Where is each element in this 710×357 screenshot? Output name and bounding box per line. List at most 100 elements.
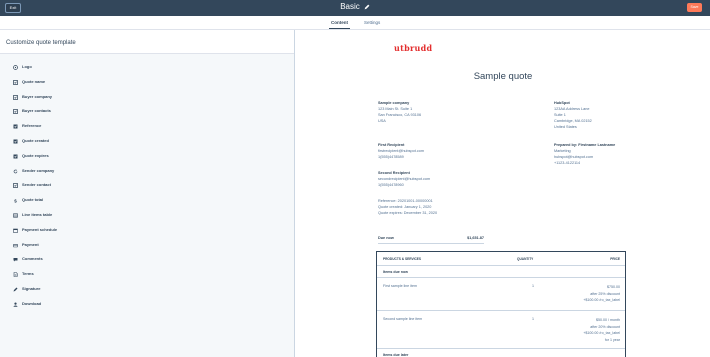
- price-discount: after 20% discount: [590, 324, 620, 329]
- company-logo[interactable]: utbrudd: [394, 43, 432, 53]
- price-term: for 1 year: [604, 337, 620, 342]
- quote-preview: utbrudd Sample quote Sample company 123 …: [296, 30, 710, 357]
- checkbox-icon: [13, 154, 18, 159]
- quote-title[interactable]: Sample quote: [296, 71, 710, 82]
- checkbox-icon: [13, 94, 18, 100]
- checkbox-icon: [13, 109, 18, 115]
- tab-bar: Content Settings: [0, 16, 710, 30]
- line-item-qty: 1: [532, 317, 534, 321]
- top-bar: Exit Basic Save: [0, 0, 710, 16]
- line-item-price: $50.00 / month after 20% discount +$100.…: [583, 317, 620, 343]
- svg-text:$: $: [14, 198, 17, 203]
- checkbox-icon: [13, 79, 18, 85]
- sidebar-item-label: Payment: [22, 241, 39, 247]
- sidebar-item-label: Signature: [22, 285, 41, 291]
- dollar-icon: $: [14, 198, 17, 203]
- second-recipient-block[interactable]: Second Recipient secondrecipient@hubspot…: [378, 170, 430, 188]
- table-row: Second sample line item 1 $50.00 / month…: [377, 311, 625, 349]
- due-now-row[interactable]: Due now $1,651.87: [378, 236, 484, 244]
- first-recipient-phone: 1(555)4478589: [378, 155, 404, 160]
- person-icon: [13, 302, 18, 307]
- sidebar-item-label: Buyer contacts: [22, 108, 51, 114]
- table-header: PRODUCTS & SERVICES QUANTITY PRICE: [377, 252, 625, 266]
- section-items-due-now: Items due now: [377, 266, 625, 278]
- pencil-icon[interactable]: [364, 4, 370, 10]
- buyer-company-block[interactable]: Sample company 123 Main St. Suite 1 San …: [378, 100, 421, 124]
- template-name: Basic: [340, 2, 360, 11]
- line-item-price: $750.00 after 25% discount +$100.00 /ro_…: [583, 284, 620, 304]
- line-items-table[interactable]: PRODUCTS & SERVICES QUANTITY PRICE Items…: [376, 251, 626, 357]
- sender-company-block[interactable]: HubSpot 123AA Address Lane Suite 1 Cambr…: [554, 100, 592, 130]
- refresh-icon: [13, 169, 18, 173]
- line-item-qty: 1: [532, 284, 534, 288]
- sidebar-item-quote-total[interactable]: $ Quote total: [0, 193, 294, 208]
- sidebar-item-buyer-contacts[interactable]: Buyer contacts: [0, 104, 294, 119]
- sidebar-item-label: Sender company: [22, 167, 55, 173]
- save-button[interactable]: Save: [687, 3, 702, 12]
- checkbox-icon: [13, 139, 18, 144]
- sidebar-item-download[interactable]: Download: [0, 297, 294, 312]
- quote-meta-block[interactable]: Reference: 20201001-00000001 Quote creat…: [378, 198, 437, 216]
- table-icon: [13, 213, 18, 218]
- chat-icon: [13, 258, 18, 262]
- template-title: Basic: [0, 2, 710, 11]
- col-products: PRODUCTS & SERVICES: [383, 257, 422, 261]
- sidebar-item-payment-schedule[interactable]: Payment schedule: [0, 223, 294, 238]
- sidebar-item-label: Download: [22, 300, 42, 306]
- sender-country: United States: [554, 125, 577, 130]
- sidebar-item-quote-expires[interactable]: Quote expires: [0, 149, 294, 164]
- sidebar-item-label: Reference: [22, 123, 42, 129]
- sender-contact-block[interactable]: Prepared by: Firstname Lastname Marketin…: [554, 142, 615, 166]
- sidebar-header: Customize quote template: [0, 30, 294, 54]
- section-items-due-later: Items due later: [383, 353, 409, 357]
- tab-settings[interactable]: Settings: [362, 19, 382, 29]
- first-recipient-block[interactable]: First Recipient firstrecipient@hubspot.c…: [378, 142, 424, 160]
- tab-content[interactable]: Content: [329, 19, 350, 29]
- sidebar-item-label: Quote expires: [22, 152, 49, 158]
- sidebar-item-quote-created[interactable]: Quote created: [0, 134, 294, 149]
- sidebar-item-sender-company[interactable]: Sender company: [0, 164, 294, 179]
- sidebar-item-comments[interactable]: Comments: [0, 252, 294, 267]
- price-tax: +$100.00 /ro_tax_label: [583, 331, 620, 336]
- price-tax: +$100.00 /ro_tax_label: [583, 298, 620, 303]
- col-quantity: QUANTITY: [517, 257, 534, 261]
- sidebar-item-logo[interactable]: Logo: [0, 60, 294, 75]
- sidebar-item-buyer-company[interactable]: Buyer company: [0, 90, 294, 105]
- due-now-amount: $1,651.87: [467, 236, 484, 240]
- sidebar-item-label: Quote total: [22, 197, 44, 203]
- checkbox-icon: [13, 124, 18, 129]
- sidebar-item-signature[interactable]: Signature: [0, 282, 294, 297]
- sidebar-item-reference[interactable]: Reference: [0, 119, 294, 134]
- sidebar-item-label: Payment schedule: [22, 226, 58, 232]
- sidebar-item-label: Comments: [22, 256, 43, 262]
- sidebar-item-line-items-table[interactable]: Line items table: [0, 208, 294, 223]
- sidebar-list: Logo Quote name Buyer company Buyer cont…: [0, 54, 294, 312]
- price-amount: $50.00 / month: [596, 318, 620, 322]
- file-icon: [13, 272, 18, 277]
- sidebar-item-sender-contact[interactable]: Sender contact: [0, 178, 294, 193]
- sidebar-item-label: Line items table: [22, 211, 53, 217]
- card-icon: [13, 243, 18, 247]
- table-row: First sample line item 1 $750.00 after 2…: [377, 278, 625, 311]
- pen-icon: [13, 287, 18, 292]
- sidebar-item-label: Sender contact: [22, 182, 51, 188]
- sidebar-item-payment[interactable]: Payment: [0, 238, 294, 253]
- line-item-name: First sample line item: [383, 284, 417, 288]
- sidebar-item-label: Quote name: [22, 78, 46, 84]
- buyer-country: USA: [378, 119, 386, 124]
- quote-expires-text: Quote expires: December 31, 2020: [378, 211, 438, 216]
- price-amount: $750.00: [607, 285, 620, 289]
- image-icon: [13, 65, 18, 70]
- line-item-name: Second sample line item: [383, 317, 423, 321]
- sidebar-item-label: Quote created: [22, 137, 49, 143]
- sidebar-item-label: Terms: [22, 271, 34, 277]
- checkbox-icon: [13, 183, 18, 189]
- sidebar-item-terms[interactable]: Terms: [0, 267, 294, 282]
- sidebar-item-label: Buyer company: [22, 93, 53, 99]
- due-now-label: Due now: [378, 236, 394, 240]
- sender-phone: +1123-4122114: [554, 161, 581, 166]
- sidebar-item-quote-name[interactable]: Quote name: [0, 75, 294, 90]
- sidebar-item-label: Logo: [22, 64, 32, 69]
- col-price: PRICE: [610, 257, 620, 261]
- calendar-icon: [13, 228, 18, 233]
